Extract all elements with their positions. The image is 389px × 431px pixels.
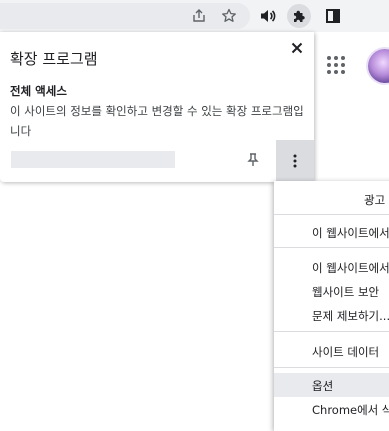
close-icon[interactable] [287,38,307,58]
more-options-icon[interactable] [276,140,314,182]
extensions-popup: 확장 프로그램 전체 액세스 이 사이트의 정보를 확인하고 변경할 수 있는 … [0,32,314,182]
menu-item-site-data[interactable]: 사이트 데이터 [274,339,389,363]
menu-divider [274,367,389,368]
apps-grid-icon[interactable] [326,55,346,75]
menu-item-site-access[interactable]: 이 웹사이트에서 [274,220,389,244]
avatar[interactable] [368,49,389,83]
address-bar[interactable] [0,3,250,29]
side-panel-icon[interactable] [321,4,345,28]
bookmark-star-icon[interactable] [217,4,241,28]
extension-item-redacted[interactable] [11,151,175,168]
popup-title: 확장 프로그램 [10,50,98,68]
extension-context-menu: 광고 이 웹사이트에서 이 웹사이트에서 웹사이트 보안 문제 제보하기... … [274,181,389,431]
menu-item-report-issue[interactable]: 문제 제보하기... [274,303,389,327]
section-description: 이 사이트의 정보를 확인하고 변경할 수 있는 확장 프로그램입니다 [10,104,304,138]
menu-item-website-security[interactable]: 웹사이트 보안 [274,279,389,303]
menu-item-ads[interactable]: 광고 [274,187,389,211]
browser-toolbar [0,0,389,32]
pin-icon[interactable] [243,150,263,170]
menu-divider [274,331,389,332]
menu-divider [274,247,389,248]
menu-item-options[interactable]: 옵션 [274,373,389,397]
section-title: 전체 액세스 [10,84,67,98]
share-icon[interactable] [187,4,211,28]
media-control-icon[interactable] [256,4,280,28]
menu-item-site-access-2[interactable]: 이 웹사이트에서 [274,255,389,279]
extensions-puzzle-icon[interactable] [287,4,311,28]
menu-item-remove-from-chrome[interactable]: Chrome에서 삭 [274,397,389,421]
menu-divider [274,214,389,215]
